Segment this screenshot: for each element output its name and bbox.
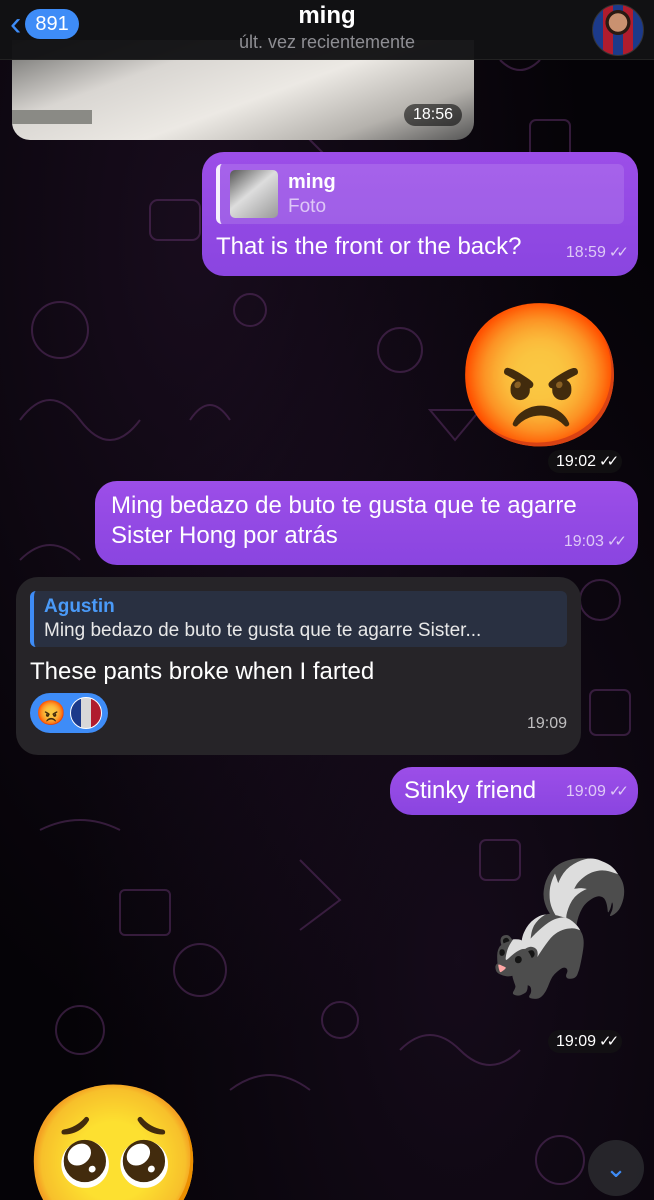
read-checkmarks-icon: ✓✓	[599, 453, 619, 470]
message-text-line-1: Ming bedazo de buto te gusta que te agar…	[111, 492, 577, 519]
chat-header: ‹ 891 ming últ. vez recientemente	[0, 0, 654, 60]
chat-status: últ. vez recientemente	[238, 32, 416, 52]
reply-photo-thumbnail	[230, 170, 278, 218]
message-time-badge: 19:02 ✓✓	[548, 450, 623, 473]
message-time-badge: 19:09 ✓✓	[548, 1030, 623, 1053]
scroll-to-bottom-button[interactable]: ⌄	[588, 1140, 644, 1196]
message-text: That is the front or the back?	[216, 233, 522, 260]
contact-avatar[interactable]	[592, 4, 644, 56]
message-time: 18:59	[565, 244, 606, 261]
reply-snippet: Foto	[288, 195, 327, 217]
reaction-chip[interactable]: 😡	[30, 693, 108, 733]
emoji-message-skunk[interactable]: 🦨	[477, 848, 639, 1008]
message-text: These pants broke when I farted	[30, 658, 375, 685]
read-checkmarks-icon: ✓✓	[606, 533, 627, 550]
chat-title[interactable]: ming	[0, 2, 654, 30]
message-time: 18:56	[403, 104, 462, 126]
read-checkmarks-icon: ✓✓	[608, 244, 629, 261]
reactor-avatar	[69, 697, 102, 729]
emoji-message-pleading[interactable]: 🥺	[28, 1082, 200, 1200]
reaction-emoji: 😡	[36, 699, 66, 727]
reply-snippet: Ming bedazo de buto te gusta que te agar…	[44, 620, 482, 641]
message-text-line-2: Sister Hong por atrás	[111, 522, 338, 549]
read-checkmarks-icon: ✓✓	[608, 782, 629, 800]
outgoing-message[interactable]: Stinky friend 19:09 ✓✓	[390, 767, 638, 815]
outgoing-reply-message[interactable]: ming Foto That is the front or the back?…	[202, 152, 638, 276]
chevron-down-icon: ⌄	[605, 1152, 627, 1183]
reply-quote[interactable]: ming Foto	[216, 164, 624, 224]
reply-author: Agustin	[44, 596, 115, 617]
reply-author: ming	[288, 170, 336, 193]
message-text: Stinky friend	[404, 777, 537, 804]
emoji-message-angry[interactable]: 😡	[453, 296, 627, 456]
message-time: 19:09	[565, 782, 606, 800]
read-checkmarks-icon: ✓✓	[599, 1033, 619, 1050]
outgoing-message[interactable]: Ming bedazo de buto te gusta que te agar…	[95, 481, 638, 565]
message-time: 19:03	[563, 533, 604, 550]
incoming-reply-message[interactable]: Agustin Ming bedazo de buto te gusta que…	[16, 577, 581, 755]
reply-quote[interactable]: Agustin Ming bedazo de buto te gusta que…	[30, 591, 567, 647]
message-time: 19:09	[526, 715, 567, 732]
